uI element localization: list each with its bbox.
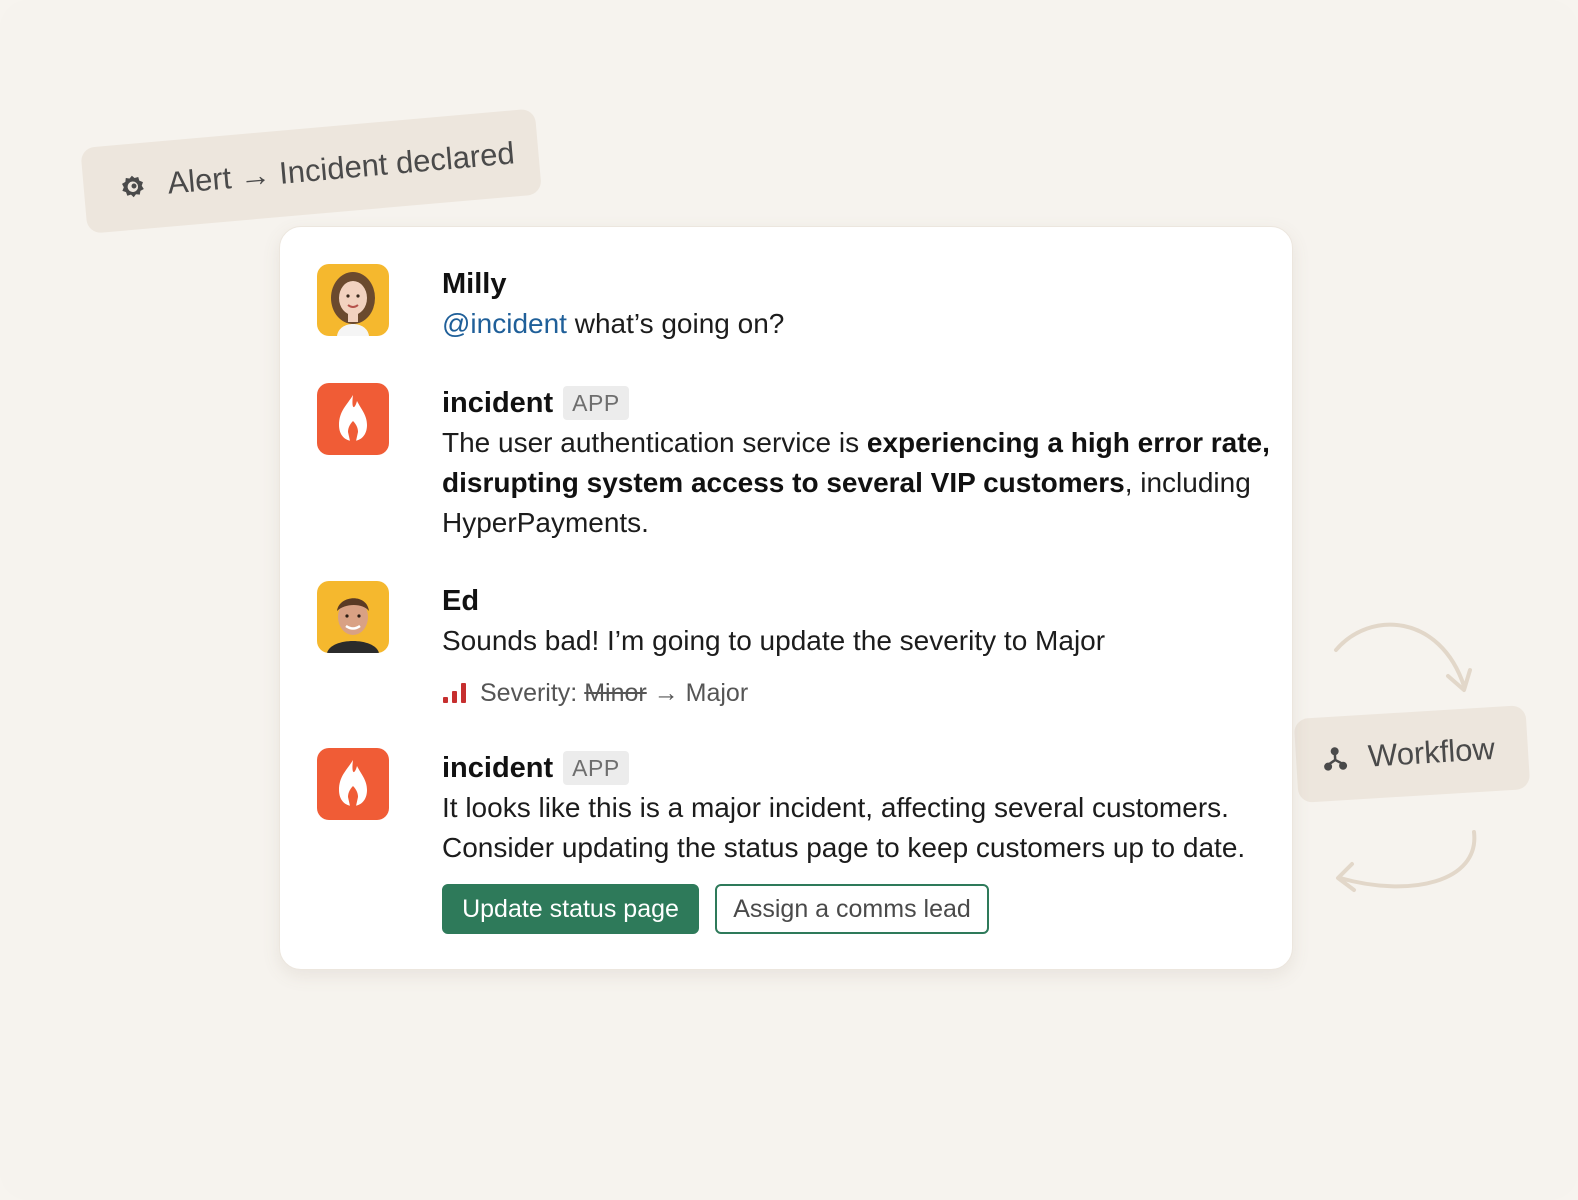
author-name: incident bbox=[442, 387, 554, 419]
message-text: Sounds bad! I’m going to update the seve… bbox=[442, 625, 1106, 656]
mention-link[interactable]: @incident bbox=[442, 308, 567, 339]
message-milly: Milly @incident what’s going on? bbox=[317, 264, 1267, 344]
workflow-icon bbox=[1324, 747, 1348, 771]
severity-bars-icon bbox=[443, 683, 466, 703]
curved-arrow-top-icon bbox=[1334, 622, 1472, 692]
arrow-icon: → bbox=[653, 678, 679, 707]
alert-incident-tag: Alert → Incident declared bbox=[80, 108, 543, 234]
app-badge: APP bbox=[563, 751, 629, 785]
update-status-page-button[interactable]: Update status page bbox=[442, 884, 699, 934]
bold-segment: disrupting system access to several VIP … bbox=[442, 467, 1125, 498]
canvas: Alert → Incident declared Workflow Milly… bbox=[0, 0, 1578, 1200]
ed-avatar bbox=[317, 581, 389, 653]
assign-comms-lead-button[interactable]: Assign a comms lead bbox=[715, 884, 989, 934]
incident-app-icon bbox=[317, 748, 389, 820]
workflow-tag: Workflow bbox=[1293, 704, 1531, 804]
message-text: It looks like this is a major incident, … bbox=[442, 792, 1246, 863]
text-segment: The user authentication service is bbox=[442, 427, 867, 458]
author-name: Milly bbox=[442, 268, 507, 300]
milly-avatar bbox=[317, 264, 389, 336]
message-incident-1: incident APP The user authentication ser… bbox=[317, 383, 1270, 543]
message-text: The user authentication service is exper… bbox=[442, 423, 1302, 543]
severity-change: Severity: Minor → Major bbox=[442, 673, 1302, 713]
author-name: incident bbox=[442, 752, 554, 784]
severity-old: Minor bbox=[584, 678, 647, 707]
author-name: Ed bbox=[442, 585, 480, 617]
chat-card: Milly @incident what’s going on? inciden… bbox=[279, 226, 1293, 970]
message-text-content: what’s going on? bbox=[566, 308, 785, 339]
message-ed: Ed Sounds bad! I’m going to update the s… bbox=[317, 581, 1267, 721]
incident-app-icon bbox=[317, 383, 389, 455]
author-row: incident APP bbox=[442, 383, 1302, 423]
message-incident-2: incident APP It looks like this is a maj… bbox=[317, 748, 1267, 948]
bold-segment: experiencing a high error rate, bbox=[866, 427, 1270, 458]
workflow-label: Workflow bbox=[1366, 730, 1496, 774]
alert-incident-label: Alert → Incident declared bbox=[166, 135, 516, 201]
app-badge: APP bbox=[563, 386, 629, 420]
severity-new: Major bbox=[685, 678, 749, 707]
author-row: incident APP bbox=[442, 748, 1302, 788]
grafana-icon bbox=[122, 175, 144, 198]
curved-arrow-bottom-icon bbox=[1336, 830, 1477, 892]
action-buttons: Update status page Assign a comms lead bbox=[442, 884, 1302, 934]
message-text: @incident what’s going on? bbox=[442, 304, 1302, 344]
severity-label: Severity: bbox=[480, 678, 578, 707]
